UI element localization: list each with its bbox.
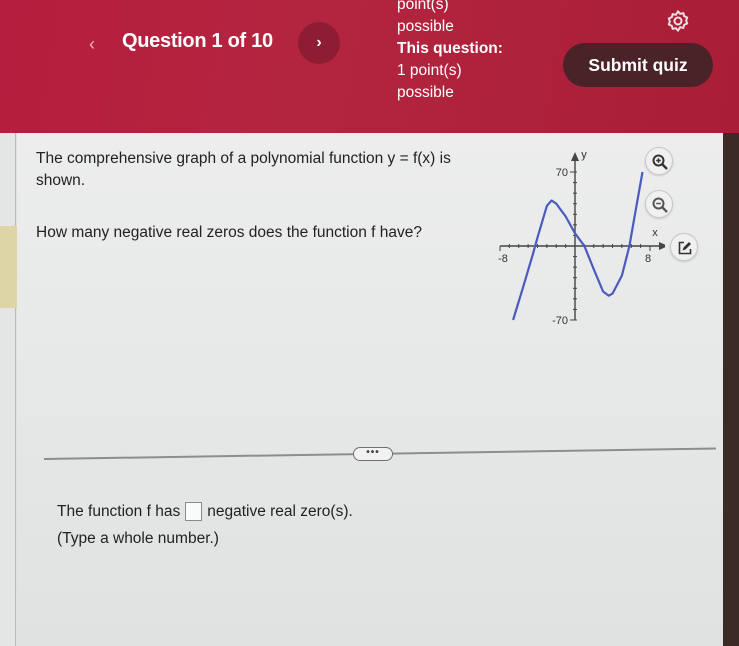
quiz-header: ‹ Question 1 of 10 › point(s) possible T… (0, 0, 739, 133)
points-line: possible (397, 18, 454, 35)
question-prompt: How many negative real zeros does the fu… (36, 224, 423, 241)
screen-edge (723, 133, 739, 646)
popout-graph-button[interactable] (670, 233, 698, 261)
answer-hint: (Type a whole number.) (57, 530, 219, 547)
submit-quiz-button[interactable]: Submit quiz (563, 43, 713, 87)
question-text: The comprehensive graph of a polynomial … (36, 150, 451, 189)
y-tick-label: 70 (556, 167, 568, 179)
y-axis-label: y (581, 149, 587, 161)
gear-icon[interactable] (666, 9, 690, 33)
zoom-in-icon (652, 154, 668, 170)
points-info: point(s) possible This question: 1 point… (397, 0, 503, 104)
answer-row: The function f has negative real zero(s)… (57, 502, 353, 521)
x-axis-label: x (652, 227, 658, 239)
answer-prefix: The function f has (57, 502, 181, 520)
y-axis-arrow (571, 152, 579, 161)
points-line: This question: (397, 40, 503, 57)
expand-handle[interactable]: ••• (353, 447, 393, 461)
question-title: Question 1 of 10 (122, 30, 273, 52)
zoom-in-button[interactable] (645, 147, 673, 175)
answer-suffix: negative real zero(s). (207, 502, 353, 520)
previous-question-button[interactable]: ‹ (80, 32, 104, 56)
next-question-button[interactable]: › (298, 22, 340, 64)
section-divider: ••• (43, 447, 716, 461)
question-list-sidebar[interactable] (0, 133, 16, 646)
points-line: possible (397, 84, 454, 101)
y-tick-label: -70 (552, 315, 568, 327)
external-link-icon (678, 241, 692, 255)
polynomial-graph: -8 8 70 -70 x y (498, 149, 665, 327)
x-tick-label: 8 (645, 253, 651, 265)
zoom-out-icon (652, 197, 668, 213)
answer-input[interactable] (185, 502, 203, 521)
x-tick-label: -8 (498, 253, 508, 265)
points-line: 1 point(s) (397, 62, 462, 79)
zoom-out-button[interactable] (645, 190, 673, 218)
points-line: point(s) (397, 0, 449, 13)
x-axis-arrow (659, 242, 665, 250)
